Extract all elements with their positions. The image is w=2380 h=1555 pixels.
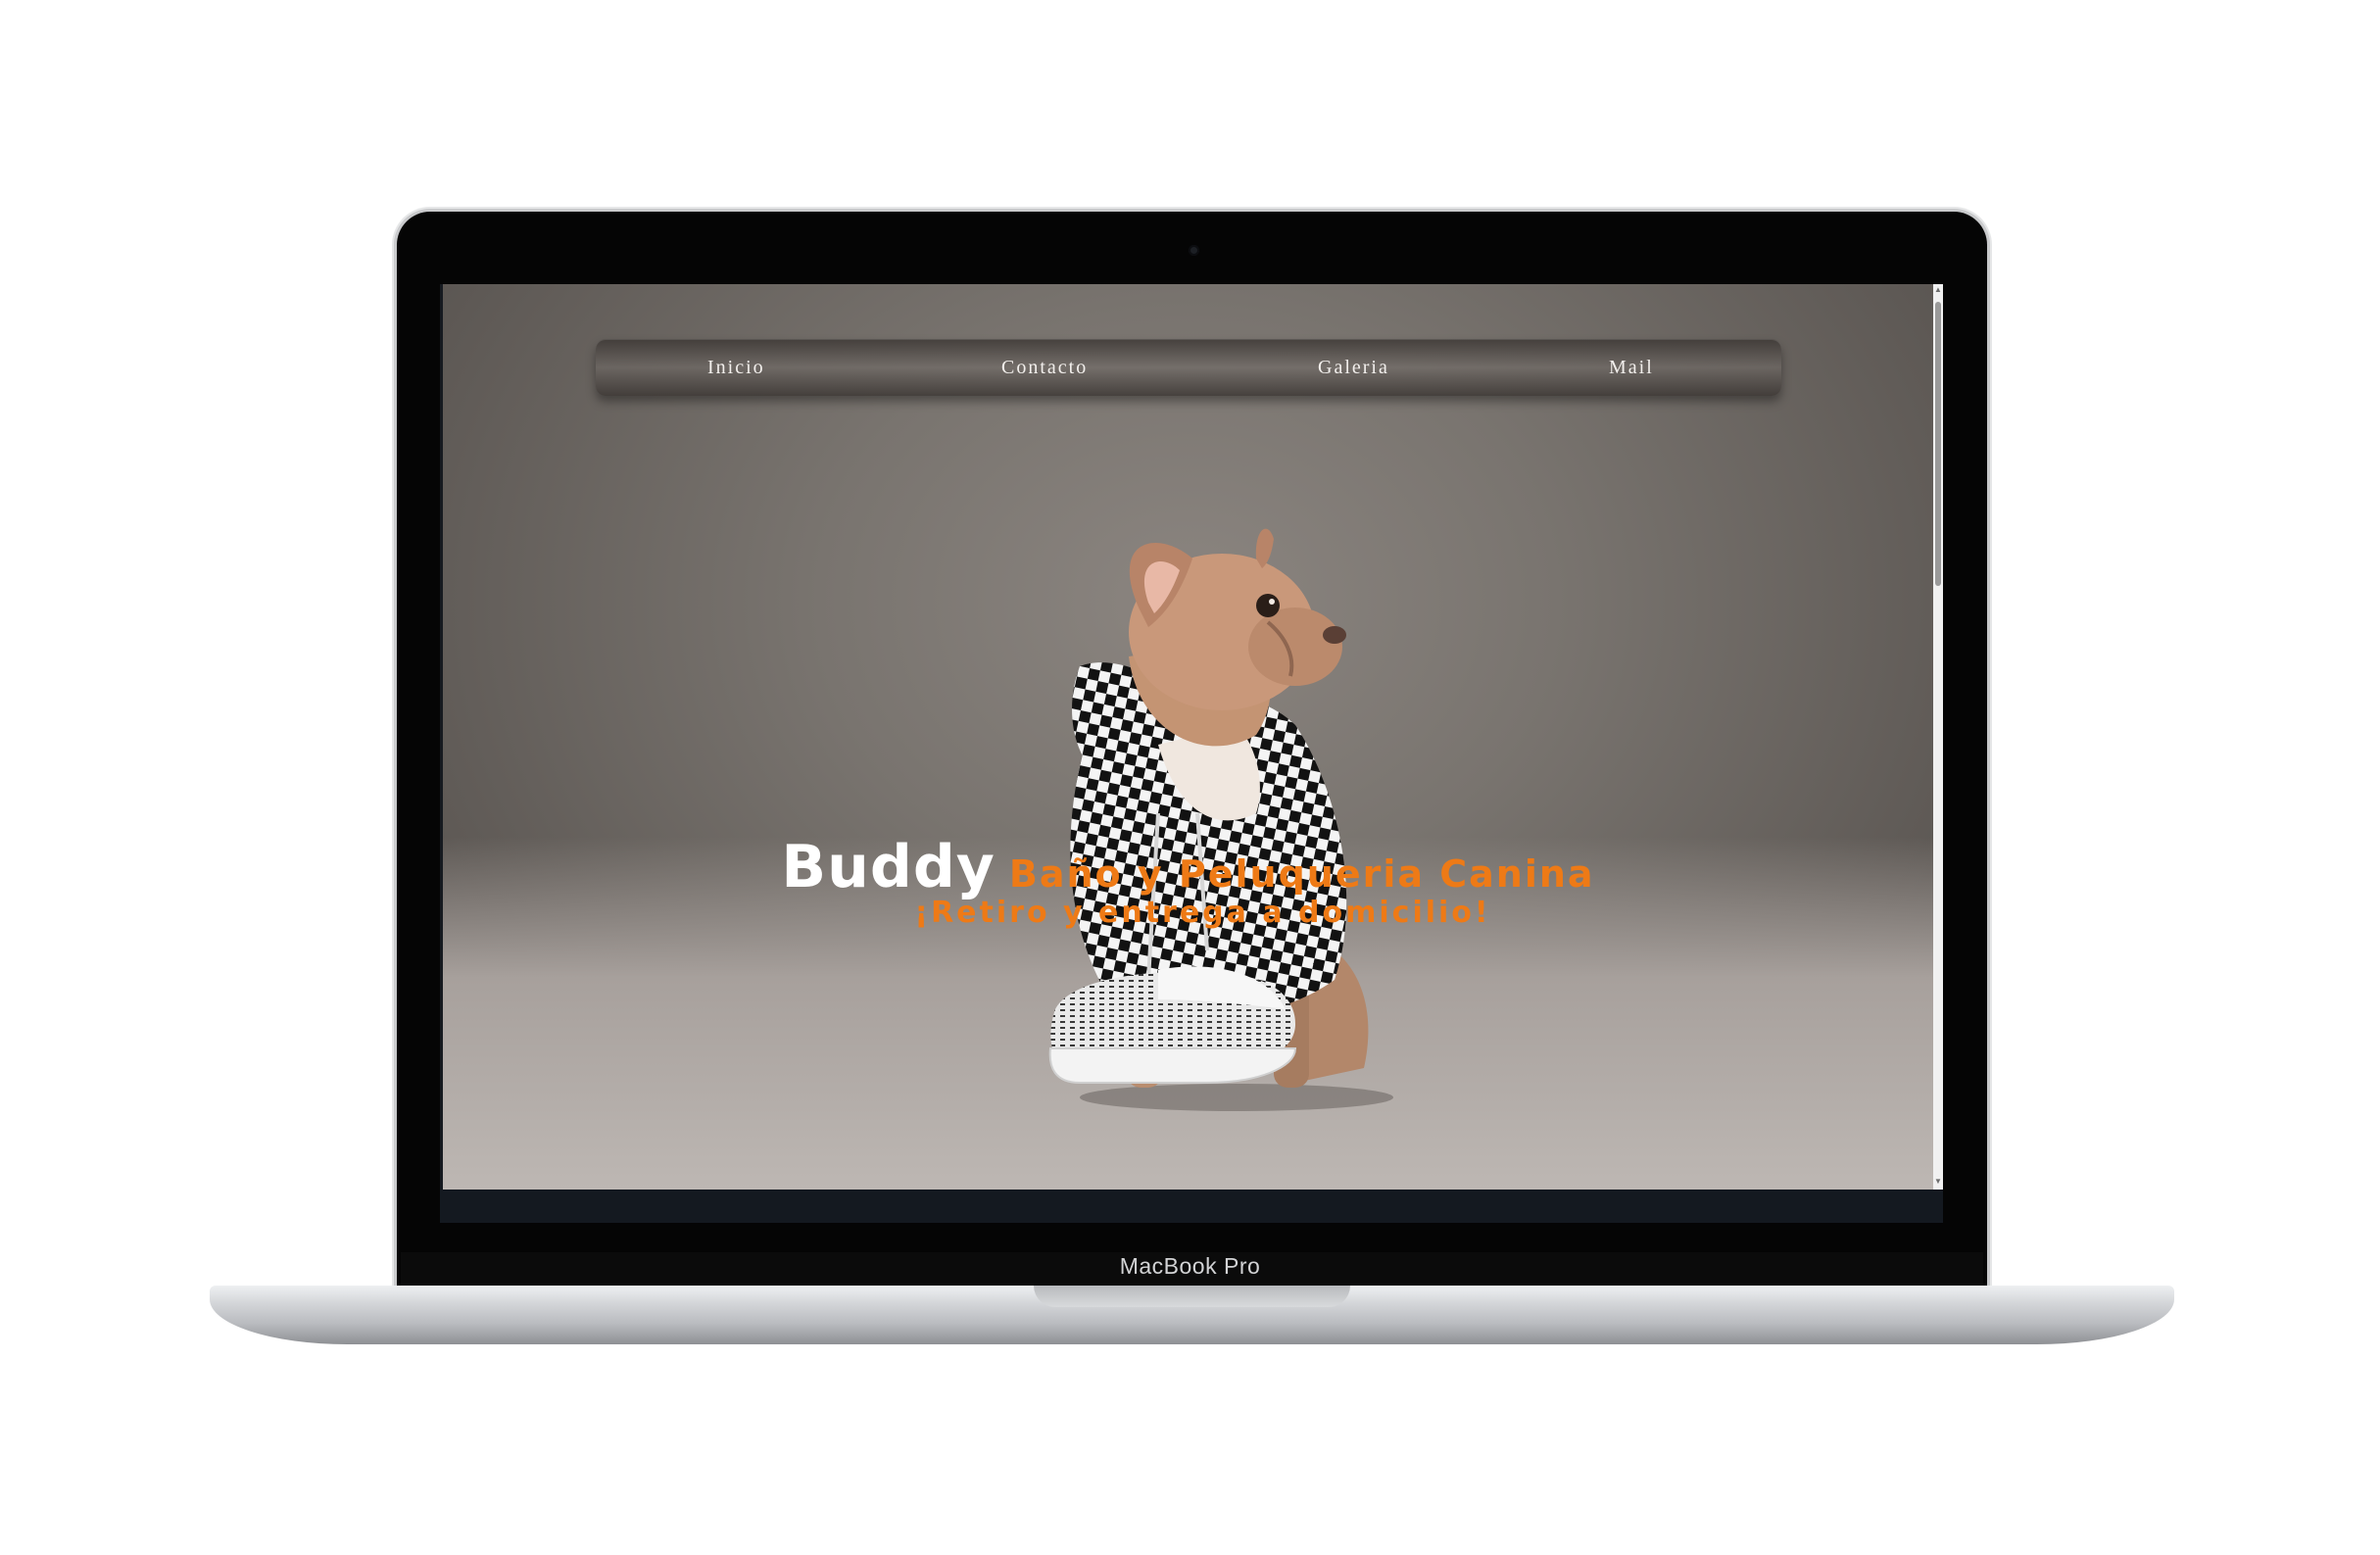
main-navbar: Inicio Contacto Galeria Mail xyxy=(596,339,1781,396)
hero-dog-image xyxy=(1048,528,1393,1111)
nav-item-contacto[interactable]: Contacto xyxy=(1001,357,1088,379)
nav-item-mail[interactable]: Mail xyxy=(1609,357,1654,379)
scrollbar-thumb[interactable] xyxy=(1935,302,1941,586)
nav-item-galeria[interactable]: Galeria xyxy=(1318,357,1389,379)
hero-section: Inicio Contacto Galeria Mail Buddy Baño y… xyxy=(443,284,1933,1190)
device-label: MacBook Pro xyxy=(1119,1253,1261,1279)
page-scrollbar[interactable]: ▲ ▼ xyxy=(1933,284,1943,1190)
hero-subtitle-row: ¡Retiro y entrega a domicilio! xyxy=(443,896,1933,930)
camera-icon xyxy=(1189,245,1199,256)
hero-title: Buddy Baño y Peluqueria Canina xyxy=(443,833,1933,901)
brand-name: Buddy xyxy=(781,833,996,901)
hero-tagline: Baño y Peluqueria Canina xyxy=(1008,852,1595,896)
nav-item-inicio[interactable]: Inicio xyxy=(707,357,765,379)
browser-viewport: Inicio Contacto Galeria Mail Buddy Baño y… xyxy=(440,284,1943,1223)
laptop-notch xyxy=(1034,1286,1350,1307)
scroll-up-icon[interactable]: ▲ xyxy=(1934,286,1942,294)
hero-subtagline: ¡Retiro y entrega a domicilio! xyxy=(914,896,1491,930)
page-footer-strip xyxy=(440,1190,1943,1223)
scroll-down-icon[interactable]: ▼ xyxy=(1934,1178,1942,1186)
